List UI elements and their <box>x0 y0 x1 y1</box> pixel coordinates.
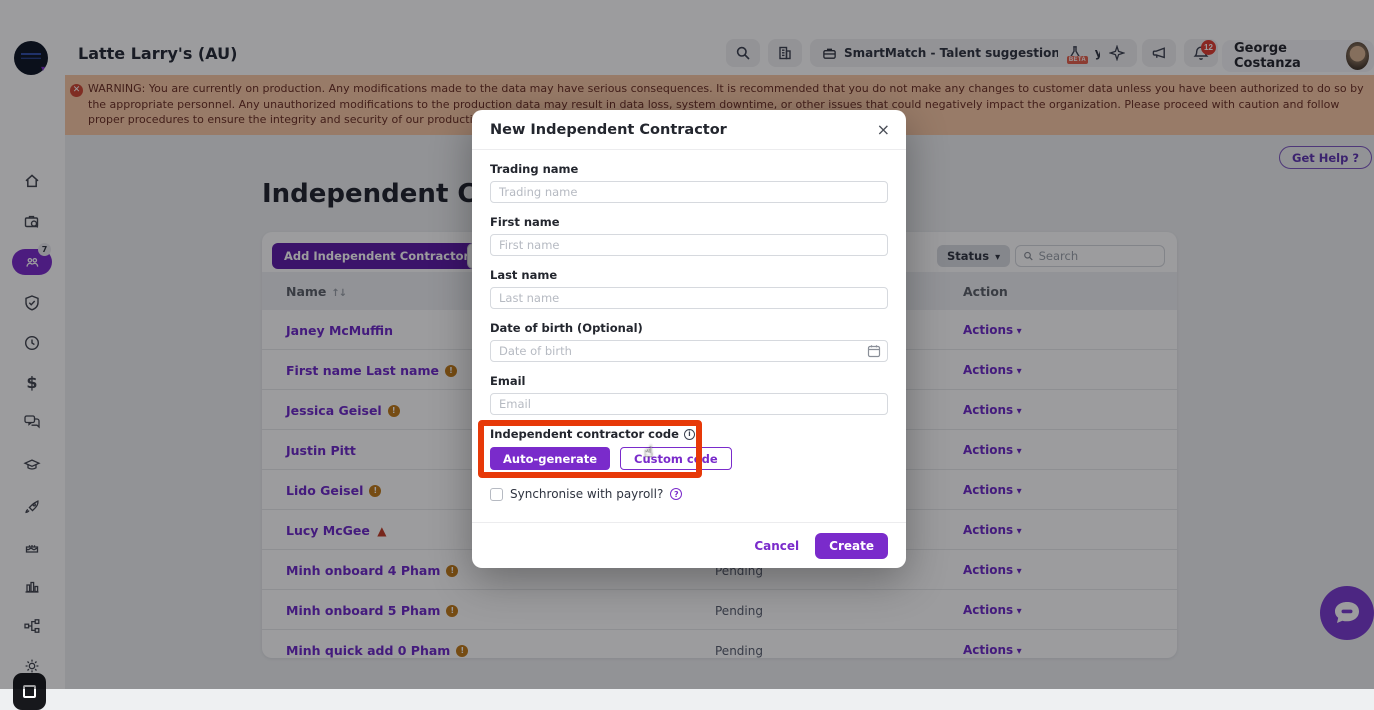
email-label: Email <box>490 374 888 388</box>
help-icon[interactable] <box>670 488 682 500</box>
custom-code-button[interactable]: Custom code <box>620 447 732 470</box>
date-of-birth-field[interactable] <box>490 340 888 362</box>
modal-footer: Cancel Create <box>472 522 906 568</box>
last-name-label: Last name <box>490 268 888 282</box>
create-button[interactable]: Create <box>815 533 888 559</box>
new-independent-contractor-modal: New Independent Contractor × Trading nam… <box>472 110 906 568</box>
date-of-birth-label: Date of birth (Optional) <box>490 321 888 335</box>
first-name-field[interactable] <box>490 234 888 256</box>
contractor-code-toggle: Auto-generate Custom code <box>490 447 888 470</box>
sync-payroll-checkbox[interactable] <box>490 488 503 501</box>
trading-name-label: Trading name <box>490 162 888 176</box>
contractor-code-label: Independent contractor code <box>490 427 888 441</box>
modal-header: New Independent Contractor × <box>472 110 906 150</box>
email-field[interactable] <box>490 393 888 415</box>
cancel-button[interactable]: Cancel <box>754 539 799 553</box>
last-name-field[interactable] <box>490 287 888 309</box>
info-icon[interactable] <box>684 429 695 440</box>
modal-title: New Independent Contractor <box>490 122 727 138</box>
sync-payroll-label: Synchronise with payroll? <box>510 487 663 501</box>
modal-body: Trading name First name Last name Date o… <box>472 150 906 501</box>
trading-name-field[interactable] <box>490 181 888 203</box>
calendar-icon[interactable] <box>867 344 881 358</box>
close-icon[interactable]: × <box>877 120 890 139</box>
auto-generate-button[interactable]: Auto-generate <box>490 447 610 470</box>
sync-payroll-row: Synchronise with payroll? <box>490 487 888 501</box>
first-name-label: First name <box>490 215 888 229</box>
